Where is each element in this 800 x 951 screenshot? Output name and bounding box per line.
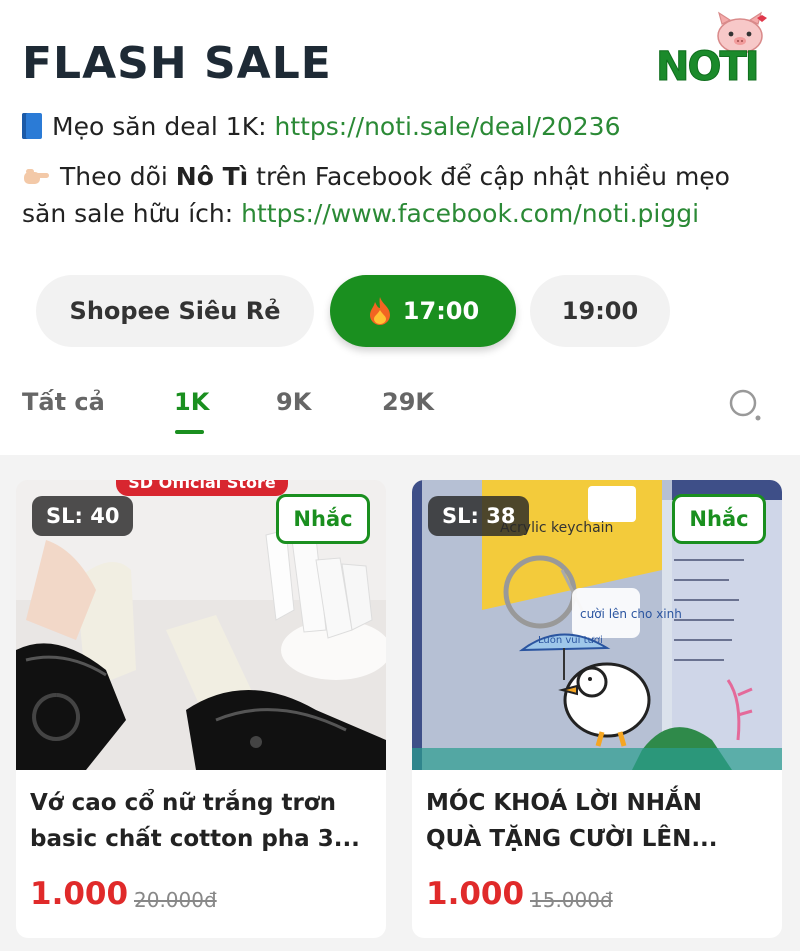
product-card[interactable]: SD Official Store SL: 40 Nhắc Vớ cao cổ … xyxy=(16,480,386,938)
product-name: MÓC KHOÁ LỜI NHẮN QUÀ TẶNG CƯỜI LÊN... xyxy=(426,785,772,857)
active-tab-indicator xyxy=(175,430,204,434)
product-name-line2: QUÀ TẶNG CƯỜI LÊN... xyxy=(426,826,718,852)
remind-button[interactable]: Nhắc xyxy=(276,494,370,544)
tip1-label: Mẹo săn deal 1K: xyxy=(52,112,275,141)
time-slot-tabs: Shopee Siêu Rẻ 17:00 19:00 xyxy=(36,275,776,347)
sale-price: 1.000 xyxy=(30,876,129,912)
tab-1700[interactable]: 17:00 xyxy=(330,275,516,347)
page-header: FLASH SALE NOTI Mẹo săn deal 1K: https:/… xyxy=(0,0,800,455)
store-banner-text: SD Official Store xyxy=(128,480,276,492)
stock-badge: SL: 40 xyxy=(32,496,134,536)
product-image: SD Official Store SL: 40 Nhắc xyxy=(16,480,386,770)
fire-icon xyxy=(369,297,390,325)
product-name: Vớ cao cổ nữ trắng trơn basic chất cotto… xyxy=(30,785,376,857)
product-name-line2: basic chất cotton pha 3... xyxy=(30,826,360,852)
product-name-line1: Vớ cao cổ nữ trắng trơn xyxy=(30,790,336,816)
category-tab-1k[interactable]: 1K xyxy=(174,388,209,416)
stock-badge: SL: 38 xyxy=(428,496,530,536)
tab-1900[interactable]: 19:00 xyxy=(530,275,670,347)
product-card[interactable]: Acrylic keychain cười lên cho xinh Luôn … xyxy=(412,480,782,938)
deal-link[interactable]: https://noti.sale/deal/20236 xyxy=(274,112,620,141)
noti-logo[interactable]: NOTI xyxy=(656,8,780,91)
tab-1700-label: 17:00 xyxy=(402,297,480,325)
umbrella-text: Luôn vui tươi xyxy=(538,634,603,646)
page-title: FLASH SALE xyxy=(22,38,332,89)
keychain-tag-text: cười lên cho xinh xyxy=(580,607,682,621)
pointing-hand-icon xyxy=(24,169,49,184)
search-icon[interactable] xyxy=(728,388,762,422)
category-tabs: Tất cả 1K 9K 29K xyxy=(22,388,782,436)
tip2-prefix: Theo dõi xyxy=(60,162,176,191)
remind-button[interactable]: Nhắc xyxy=(672,494,766,544)
product-image: Acrylic keychain cười lên cho xinh Luôn … xyxy=(412,480,782,770)
facebook-link[interactable]: https://www.facebook.com/noti.piggi xyxy=(241,199,699,228)
original-price: 15.000đ xyxy=(530,888,613,912)
brand-name: Nô Tì xyxy=(175,162,249,191)
category-tab-all[interactable]: Tất cả xyxy=(22,388,105,416)
original-price: 20.000đ xyxy=(134,888,217,912)
product-name-line1: MÓC KHOÁ LỜI NHẮN xyxy=(426,790,702,816)
sale-price: 1.000 xyxy=(426,876,525,912)
tip-deal: Mẹo săn deal 1K: https://noti.sale/deal/… xyxy=(22,108,620,145)
logo-wordmark: NOTI xyxy=(656,44,761,91)
tip-facebook: Theo dõi Nô Tì trên Facebook để cập nhật… xyxy=(22,158,782,232)
category-tab-29k[interactable]: 29K xyxy=(382,388,434,416)
book-icon xyxy=(22,113,42,139)
category-tab-9k[interactable]: 9K xyxy=(276,388,311,416)
tab-shopee-sieu-re[interactable]: Shopee Siêu Rẻ xyxy=(36,275,314,347)
